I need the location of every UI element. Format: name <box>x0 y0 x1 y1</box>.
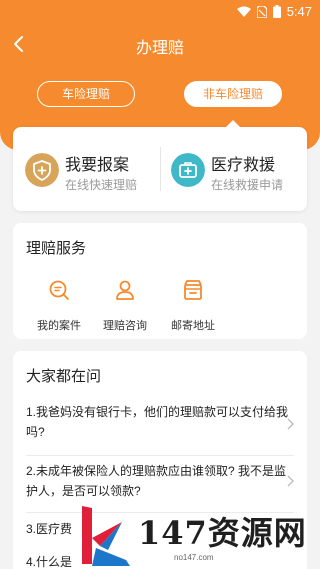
medical-rescue-title: 医疗救援 <box>211 157 276 174</box>
faq-item-2-line2: 护人，是否可以领款? <box>26 484 141 498</box>
medical-rescue-button[interactable]: 医疗救援 在线救援申请 <box>171 147 311 195</box>
report-case-title: 我要报案 <box>65 157 130 174</box>
faq-item-2-line1: 2.未成年被保险人的理赔款应由谁领取? 我不是监 <box>26 464 287 478</box>
claim-consult-label: 理赔咨询 <box>103 320 147 332</box>
faq-item-1[interactable]: 1.我爸妈没有银行卡，他们的理赔款可以支付给我 吗? <box>26 402 288 442</box>
watermark-logo-icon <box>82 506 130 566</box>
divider <box>26 455 294 456</box>
report-case-subtitle: 在线快速理赔 <box>65 178 138 192</box>
faq-item-1-line2: 吗? <box>26 425 45 439</box>
report-case-button[interactable]: 我要报案 在线快速理赔 <box>25 147 165 195</box>
faq-item-1-line1: 1.我爸妈没有银行卡，他们的理赔款可以支付给我 <box>26 405 289 419</box>
watermark: 147资源网 no147.com <box>78 500 318 569</box>
medical-kit-icon <box>171 153 205 187</box>
no-sim-icon <box>256 5 267 18</box>
chevron-right-icon <box>287 475 294 487</box>
mailing-address-button[interactable]: 邮寄地址 <box>163 279 223 333</box>
watermark-text: 147资源网 <box>138 514 307 552</box>
mailbox-icon <box>184 280 202 300</box>
claim-consult-button[interactable]: 理赔咨询 <box>95 279 155 333</box>
my-cases-button[interactable]: 我的案件 <box>29 279 89 333</box>
my-cases-label: 我的案件 <box>37 320 81 332</box>
tab-car-insurance-claim[interactable]: 车险理赔 <box>37 81 135 107</box>
quick-actions-card: 我要报案 在线快速理赔 医疗救援 在线救援申请 <box>13 127 307 211</box>
watermark-url: no147.com <box>174 553 214 562</box>
status-bar: 5:47 <box>0 0 320 22</box>
person-icon <box>116 280 134 300</box>
divider <box>160 147 161 191</box>
page-title: 办理赔 <box>135 40 184 57</box>
battery-icon <box>272 5 281 18</box>
active-tab-pointer <box>226 120 240 127</box>
mailing-address-label: 邮寄地址 <box>171 320 215 332</box>
tab-non-car-insurance-claim[interactable]: 非车险理赔 <box>184 81 282 107</box>
search-case-icon <box>49 280 69 300</box>
claim-services-heading: 理赔服务 <box>26 240 87 257</box>
wifi-icon <box>236 6 251 17</box>
faq-item-2[interactable]: 2.未成年被保险人的理赔款应由谁领取? 我不是监 护人，是否可以领款? <box>26 461 288 501</box>
faq-heading: 大家都在问 <box>26 368 102 385</box>
chevron-right-icon <box>287 418 294 430</box>
status-time: 5:47 <box>286 4 312 19</box>
claim-services-card: 理赔服务 我的案件 理赔咨询 邮寄地址 <box>13 223 307 339</box>
medical-rescue-subtitle: 在线救援申请 <box>211 178 284 192</box>
shield-plus-icon <box>25 153 59 187</box>
